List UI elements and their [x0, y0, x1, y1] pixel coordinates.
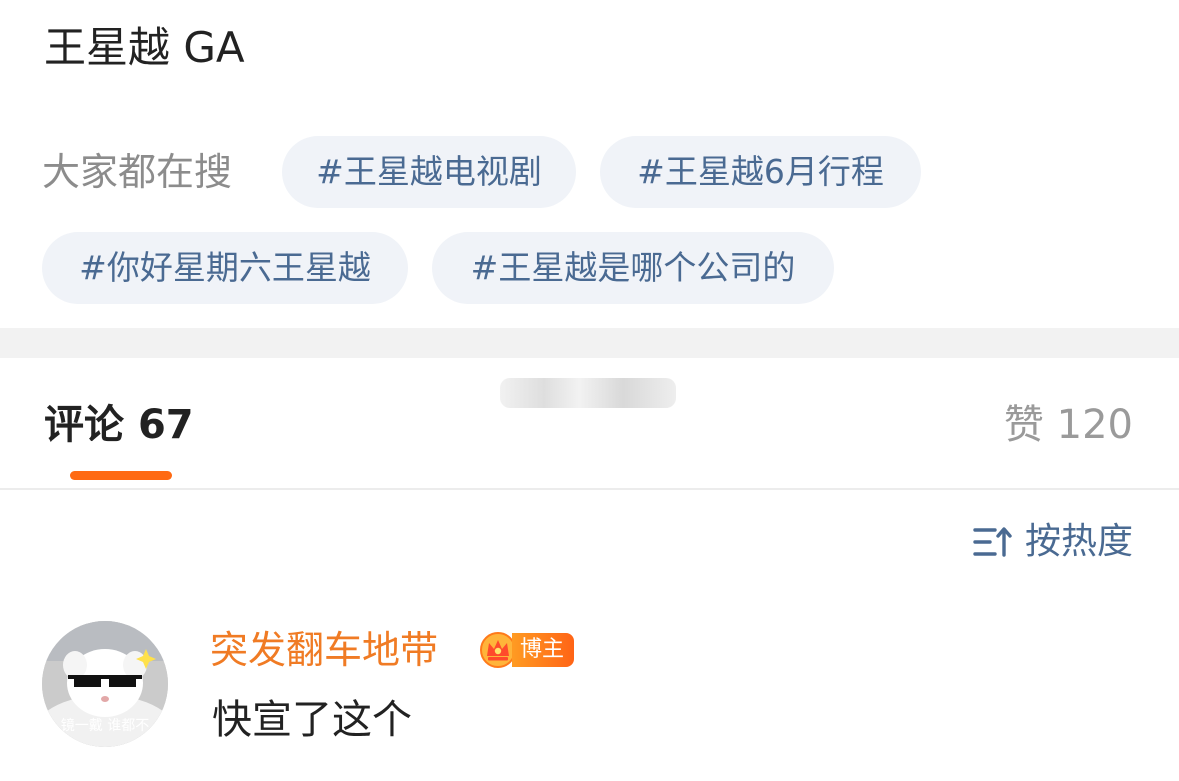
tab-bar-divider	[0, 488, 1179, 490]
badge-label: 博主	[512, 633, 575, 667]
post-text: 王星越 GA	[44, 23, 245, 72]
search-tag[interactable]: #王星越是哪个公司的	[432, 232, 834, 304]
blurred-overlay	[500, 378, 676, 408]
avatar-caption: 镜一戴 谁都不	[60, 718, 150, 734]
active-tab-indicator	[70, 471, 172, 480]
sort-icon	[973, 527, 1012, 557]
avatar[interactable]: 镜一戴 谁都不	[42, 621, 168, 747]
sort-by-hot-button[interactable]: 按热度	[973, 516, 1133, 568]
search-tag[interactable]: #你好星期六王星越	[42, 232, 408, 304]
search-tag[interactable]: #王星越6月行程	[600, 136, 921, 208]
tab-likes-label: 赞	[1003, 402, 1044, 448]
tab-comments-count: 67	[137, 402, 194, 448]
tab-comments-label: 评论	[44, 402, 124, 448]
tab-likes[interactable]: 赞 120	[1004, 398, 1133, 452]
trending-search-label: 大家都在搜	[42, 150, 233, 194]
search-tag[interactable]: #王星越电视剧	[282, 136, 576, 208]
comment-username[interactable]: 突发翻车地带	[210, 624, 438, 676]
blogger-badge: 博主	[478, 630, 575, 670]
comment-text: 快宣了这个	[212, 697, 412, 743]
tab-likes-count: 120	[1056, 402, 1133, 448]
section-divider	[0, 328, 1179, 358]
tab-comments[interactable]: 评论 67	[44, 398, 194, 452]
sort-label: 按热度	[1024, 521, 1133, 562]
